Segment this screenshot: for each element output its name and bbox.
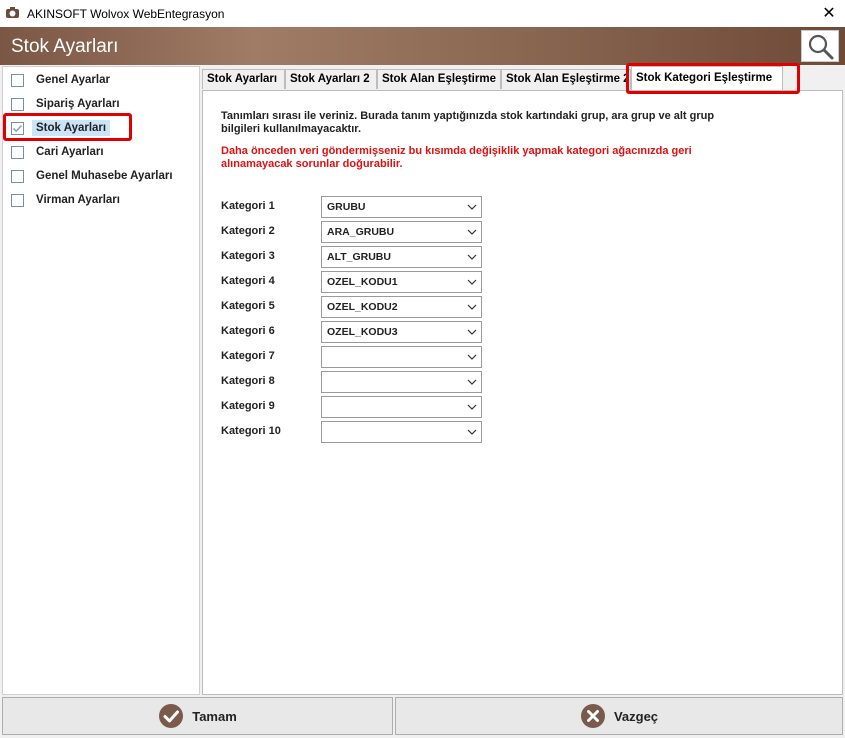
chevron-down-icon bbox=[467, 204, 477, 210]
selection-highlight-box bbox=[3, 113, 132, 141]
category-1-select[interactable]: GRUBU bbox=[321, 196, 482, 218]
sidebar-item-label: Genel Ayarlar bbox=[36, 74, 110, 86]
close-icon: ✕ bbox=[822, 5, 836, 22]
close-window-button[interactable]: ✕ bbox=[813, 0, 845, 27]
cancel-button-label: Vazgeç bbox=[613, 708, 659, 724]
category-label: Kategori 3 bbox=[221, 250, 275, 262]
category-label: Kategori 6 bbox=[221, 325, 275, 337]
chevron-down-icon bbox=[467, 329, 477, 335]
sidebar-checkbox[interactable] bbox=[11, 73, 24, 87]
sidebar-item-genel-muhasebe-ayarlari[interactable]: Genel Muhasebe Ayarları bbox=[11, 167, 173, 185]
tab-label: Stok Ayarları 2 bbox=[290, 73, 370, 85]
category-5-select[interactable]: OZEL_KODU2 bbox=[321, 296, 482, 318]
sidebar-item-cari-ayarlari[interactable]: Cari Ayarları bbox=[11, 143, 104, 161]
category-label: Kategori 1 bbox=[221, 200, 275, 212]
tab-label: Stok Alan Eşleştirme bbox=[382, 73, 496, 85]
tab-stok-alan-eslestirme[interactable]: Stok Alan Eşleştirme bbox=[377, 69, 501, 89]
category-8-select[interactable] bbox=[321, 371, 482, 393]
page-title: Stok Ayarları bbox=[11, 36, 119, 57]
select-value: GRUBU bbox=[327, 201, 366, 213]
chevron-down-icon bbox=[467, 229, 477, 235]
search-button[interactable] bbox=[801, 30, 839, 62]
category-4-select[interactable]: OZEL_KODU1 bbox=[321, 271, 482, 293]
window-title: AKINSOFT Wolvox WebEntegrasyon bbox=[27, 7, 225, 21]
tab-label: Stok Ayarları bbox=[207, 73, 278, 85]
category-2-select[interactable]: ARA_GRUBU bbox=[321, 221, 482, 243]
warning-text: Daha önceden veri göndermişseniz bu kısı… bbox=[221, 145, 692, 170]
select-value: ARA_GRUBU bbox=[327, 226, 395, 238]
category-10-select[interactable] bbox=[321, 421, 482, 443]
category-7-select[interactable] bbox=[321, 346, 482, 368]
select-value: OZEL_KODU3 bbox=[327, 326, 398, 338]
category-label: Kategori 10 bbox=[221, 425, 281, 437]
sidebar-item-label: Virman Ayarları bbox=[36, 194, 120, 206]
sidebar-checkbox[interactable] bbox=[11, 145, 24, 159]
tab-stok-ayarlari[interactable]: Stok Ayarları bbox=[202, 69, 285, 89]
chevron-down-icon bbox=[467, 354, 477, 360]
category-label: Kategori 8 bbox=[221, 375, 275, 387]
category-label: Kategori 4 bbox=[221, 275, 275, 287]
sidebar-item-label: Cari Ayarları bbox=[36, 146, 104, 158]
sidebar-item-genel-ayarlar[interactable]: Genel Ayarlar bbox=[11, 71, 110, 89]
sidebar-checkbox[interactable] bbox=[11, 193, 24, 207]
chevron-down-icon bbox=[467, 429, 477, 435]
chevron-down-icon bbox=[467, 379, 477, 385]
window-titlebar: AKINSOFT Wolvox WebEntegrasyon ✕ bbox=[0, 0, 845, 27]
close-circle-icon bbox=[580, 704, 605, 728]
tab-stok-ayarlari-2[interactable]: Stok Ayarları 2 bbox=[285, 69, 377, 89]
chevron-down-icon bbox=[467, 304, 477, 310]
sidebar-checkbox[interactable] bbox=[11, 97, 24, 111]
ok-button-label: Tamam bbox=[192, 708, 237, 724]
tab-highlight-box bbox=[626, 63, 800, 94]
cancel-button[interactable]: Vazgeç bbox=[395, 697, 843, 735]
select-value: ALT_GRUBU bbox=[327, 251, 391, 263]
tab-stok-alan-eslestirme-2[interactable]: Stok Alan Eşleştirme 2 bbox=[501, 69, 631, 89]
category-3-select[interactable]: ALT_GRUBU bbox=[321, 246, 482, 268]
chevron-down-icon bbox=[467, 404, 477, 410]
sidebar-item-label: Sipariş Ayarları bbox=[36, 98, 120, 110]
category-mapping-panel: Tanımları sırası ile veriniz. Burada tan… bbox=[202, 90, 843, 695]
ok-button[interactable]: Tamam bbox=[2, 697, 393, 735]
category-label: Kategori 2 bbox=[221, 225, 275, 237]
sidebar-checkbox[interactable] bbox=[11, 169, 24, 183]
sidebar-item-virman-ayarlari[interactable]: Virman Ayarları bbox=[11, 191, 120, 209]
category-label: Kategori 9 bbox=[221, 400, 275, 412]
chevron-down-icon bbox=[467, 279, 477, 285]
description-text: Tanımları sırası ile veriniz. Burada tan… bbox=[221, 110, 715, 135]
sidebar-item-label: Genel Muhasebe Ayarları bbox=[36, 170, 173, 182]
settings-sidebar: Genel Ayarlar Sipariş Ayarları Stok Ayar… bbox=[2, 66, 200, 695]
app-icon bbox=[6, 7, 19, 18]
select-value: OZEL_KODU2 bbox=[327, 301, 398, 313]
search-icon bbox=[808, 34, 834, 60]
tab-label: Stok Alan Eşleştirme 2 bbox=[506, 73, 630, 85]
category-6-select[interactable]: OZEL_KODU3 bbox=[321, 321, 482, 343]
sidebar-item-siparis-ayarlari[interactable]: Sipariş Ayarları bbox=[11, 95, 120, 113]
select-value: OZEL_KODU1 bbox=[327, 276, 398, 288]
category-9-select[interactable] bbox=[321, 396, 482, 418]
checkmark-circle-icon bbox=[159, 704, 184, 728]
page-header: Stok Ayarları bbox=[0, 27, 845, 65]
chevron-down-icon bbox=[467, 254, 477, 260]
category-label: Kategori 7 bbox=[221, 350, 275, 362]
category-label: Kategori 5 bbox=[221, 300, 275, 312]
